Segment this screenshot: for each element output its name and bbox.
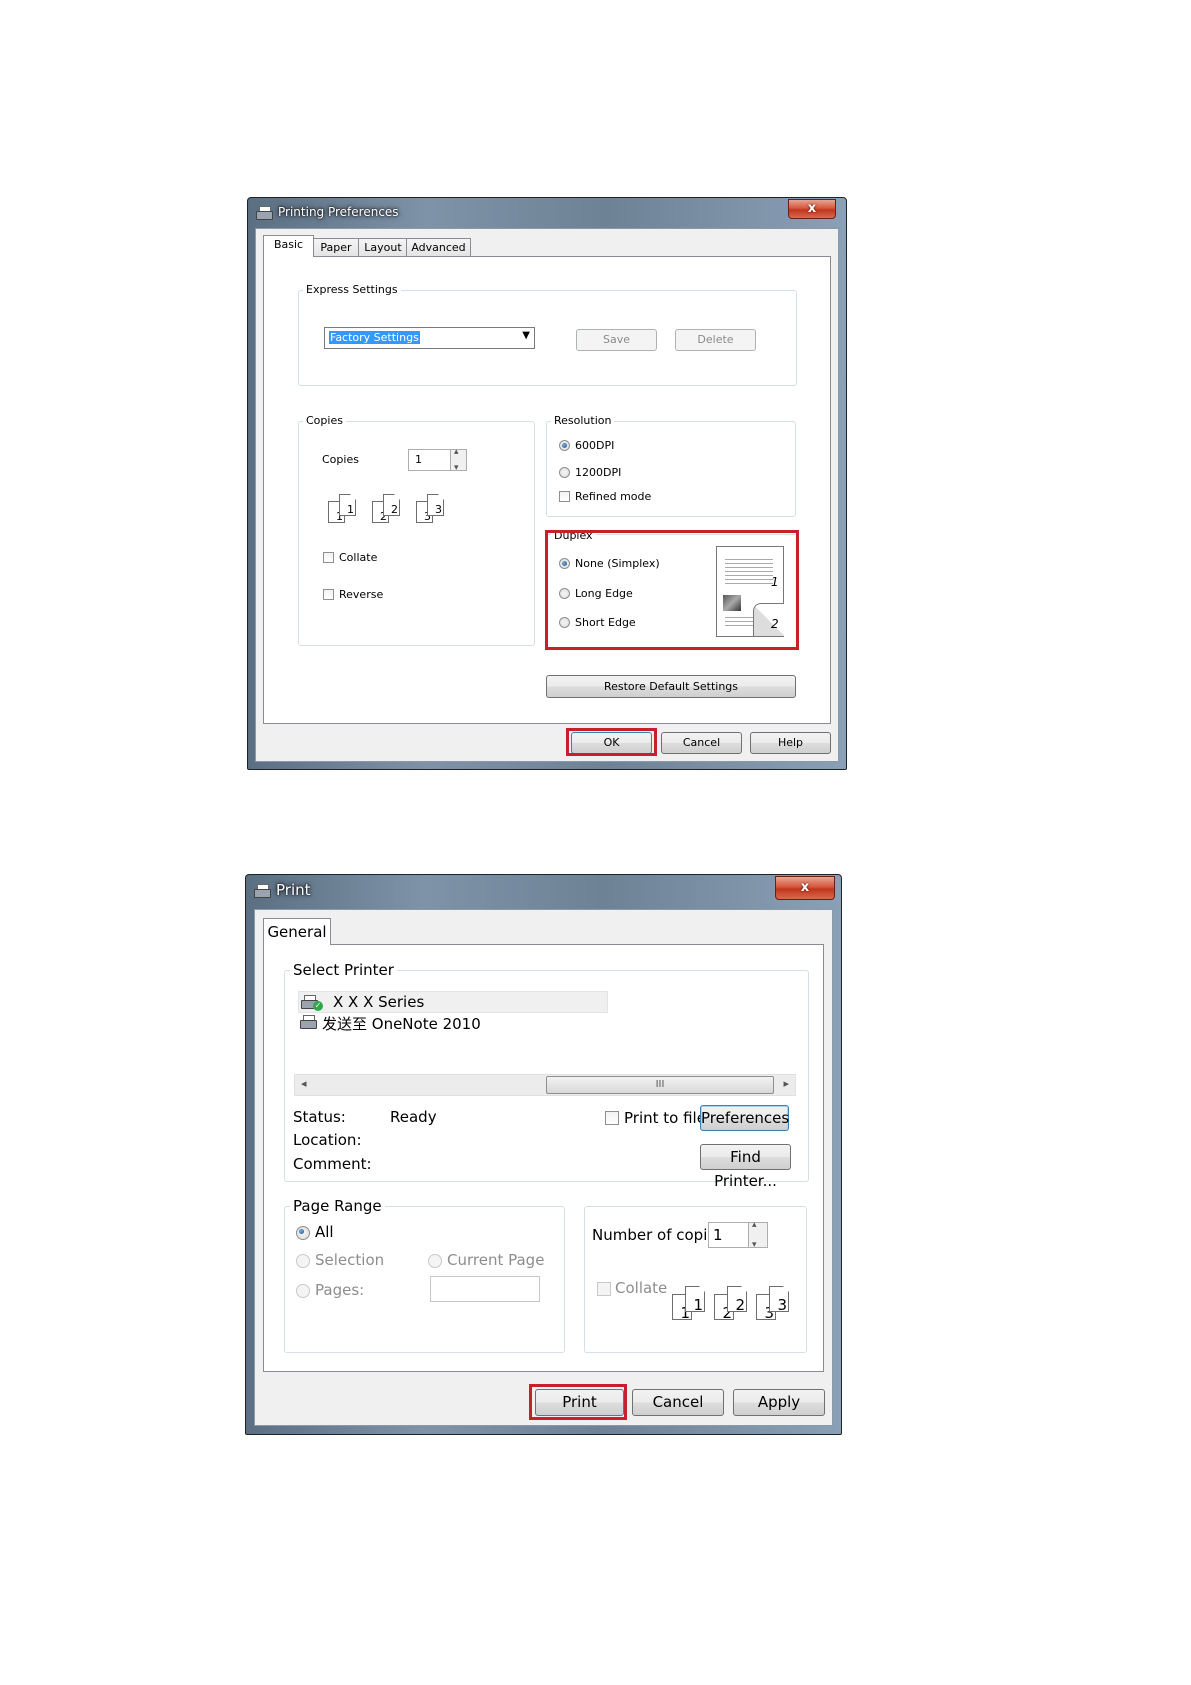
location-label: Location: — [293, 1131, 362, 1149]
tab-general[interactable]: General — [263, 918, 331, 945]
tab-page-general: Select Printer ✓ X X X Series 发送至 OneNot… — [263, 944, 824, 1372]
collate-label: Collate — [615, 1279, 668, 1297]
radio-pages-label: Pages: — [315, 1281, 365, 1299]
window-title: Print — [276, 881, 311, 899]
restore-default-button[interactable]: Restore Default Settings — [546, 675, 796, 698]
reverse-checkbox[interactable] — [323, 589, 334, 600]
page-number: 2 — [735, 1296, 745, 1314]
collate-illustration: 1 1 2 2 3 3 — [672, 1285, 802, 1327]
radio-current-page[interactable] — [428, 1254, 442, 1268]
window-title: Printing Preferences — [278, 205, 399, 219]
copies-value: 1 — [713, 1226, 723, 1244]
radio-current-page-label: Current Page — [447, 1251, 545, 1269]
radio-all[interactable] — [296, 1226, 310, 1240]
print-window: Print x General Select Printer ✓ X X X S… — [245, 874, 842, 1435]
refined-mode-checkbox[interactable] — [559, 491, 570, 502]
delete-button[interactable]: Delete — [675, 329, 756, 351]
cancel-button[interactable]: Cancel — [661, 732, 742, 754]
radio-selection-label: Selection — [315, 1251, 385, 1269]
printer-icon — [300, 1015, 317, 1029]
print-highlight — [529, 1384, 627, 1420]
close-button[interactable]: x — [775, 876, 835, 900]
title-bar[interactable]: Print x — [246, 875, 841, 905]
tab-page-basic: Express Settings Factory Settings ▼ Save… — [263, 256, 831, 724]
title-bar[interactable]: Printing Preferences x — [248, 198, 846, 226]
spin-arrows-icon[interactable] — [748, 1220, 767, 1250]
horizontal-scrollbar[interactable]: ◂ III ▸ — [294, 1074, 796, 1096]
copies-stepper[interactable]: 1 — [408, 447, 467, 473]
save-button[interactable]: Save — [576, 329, 657, 351]
radio-1200dpi-label: 1200DPI — [575, 466, 622, 479]
duplex-highlight — [545, 530, 799, 650]
page-icon: 3 — [769, 1286, 789, 1314]
radio-600dpi[interactable] — [559, 440, 570, 451]
collate-checkbox[interactable] — [323, 552, 334, 563]
radio-600dpi-label: 600DPI — [575, 439, 615, 452]
express-settings-dropdown[interactable]: Factory Settings ▼ — [324, 327, 535, 349]
printer-list-item[interactable]: ✓ X X X Series — [298, 991, 608, 1013]
page-number: 3 — [435, 503, 442, 516]
preferences-button[interactable]: Preferences — [700, 1105, 789, 1131]
express-settings-legend: Express Settings — [303, 283, 401, 296]
select-printer-legend: Select Printer — [290, 961, 397, 979]
pages-input[interactable] — [430, 1276, 540, 1302]
page-icon: 1 — [685, 1286, 705, 1314]
scroll-thumb[interactable]: III — [546, 1076, 774, 1094]
printing-preferences-window: Printing Preferences x Basic Paper Layou… — [247, 197, 847, 770]
dialog-body: General Select Printer ✓ X X X Series 发送… — [254, 909, 833, 1426]
scroll-left-icon[interactable]: ◂ — [301, 1077, 307, 1090]
printer-name: 发送至 OneNote 2010 — [322, 1015, 481, 1033]
page-range-legend: Page Range — [290, 1197, 385, 1215]
copies-label: Copies — [322, 453, 359, 466]
resolution-legend: Resolution — [551, 414, 615, 427]
page-number: 2 — [391, 503, 398, 516]
cancel-button[interactable]: Cancel — [632, 1389, 724, 1416]
page-number: 1 — [347, 503, 354, 516]
spin-arrows-icon[interactable] — [450, 447, 466, 473]
help-button[interactable]: Help — [750, 732, 831, 754]
page-icon: 2 — [383, 494, 400, 516]
scroll-grip: III — [655, 1079, 665, 1090]
radio-selection[interactable] — [296, 1254, 310, 1268]
apply-button[interactable]: Apply — [733, 1389, 825, 1416]
status-value: Ready — [390, 1108, 437, 1126]
tab-advanced[interactable]: Advanced — [406, 238, 471, 257]
collate-label: Collate — [339, 551, 378, 564]
dialog-body: Basic Paper Layout Advanced Express Sett… — [255, 228, 839, 762]
radio-1200dpi[interactable] — [559, 467, 570, 478]
copies-value: 1 — [415, 453, 422, 466]
printer-icon — [256, 205, 273, 220]
collate-checkbox[interactable] — [597, 1282, 611, 1296]
print-to-file-label: Print to file — [624, 1109, 706, 1127]
radio-all-label: All — [315, 1223, 334, 1241]
page-number: 1 — [693, 1296, 703, 1314]
tab-layout[interactable]: Layout — [358, 238, 408, 257]
printer-name: X X X Series — [333, 993, 425, 1011]
reverse-label: Reverse — [339, 588, 384, 601]
printer-icon — [254, 883, 271, 898]
tab-paper[interactable]: Paper — [312, 238, 360, 257]
close-button[interactable]: x — [788, 199, 836, 219]
collate-illustration: 1 1 2 2 3 3 — [328, 493, 456, 533]
page-icon: 2 — [727, 1286, 747, 1314]
status-label: Status: — [293, 1108, 346, 1126]
find-printer-button[interactable]: Find Printer... — [700, 1144, 791, 1190]
page-icon: 1 — [339, 494, 356, 516]
check-icon: ✓ — [313, 1001, 323, 1011]
copies-stepper[interactable]: 1 — [708, 1220, 768, 1250]
print-to-file-checkbox[interactable] — [605, 1111, 619, 1125]
tab-basic[interactable]: Basic — [263, 235, 314, 257]
page-number: 3 — [777, 1296, 787, 1314]
dropdown-selected-value: Factory Settings — [329, 331, 420, 344]
ok-highlight — [566, 728, 657, 756]
radio-pages[interactable] — [296, 1284, 310, 1298]
printer-list-item[interactable]: 发送至 OneNote 2010 — [298, 1012, 606, 1033]
refined-mode-label: Refined mode — [575, 490, 652, 503]
comment-label: Comment: — [293, 1155, 372, 1173]
scroll-right-icon[interactable]: ▸ — [783, 1077, 789, 1090]
chevron-down-icon: ▼ — [522, 330, 530, 341]
page-icon: 3 — [427, 494, 444, 516]
copies-legend: Copies — [303, 414, 346, 427]
